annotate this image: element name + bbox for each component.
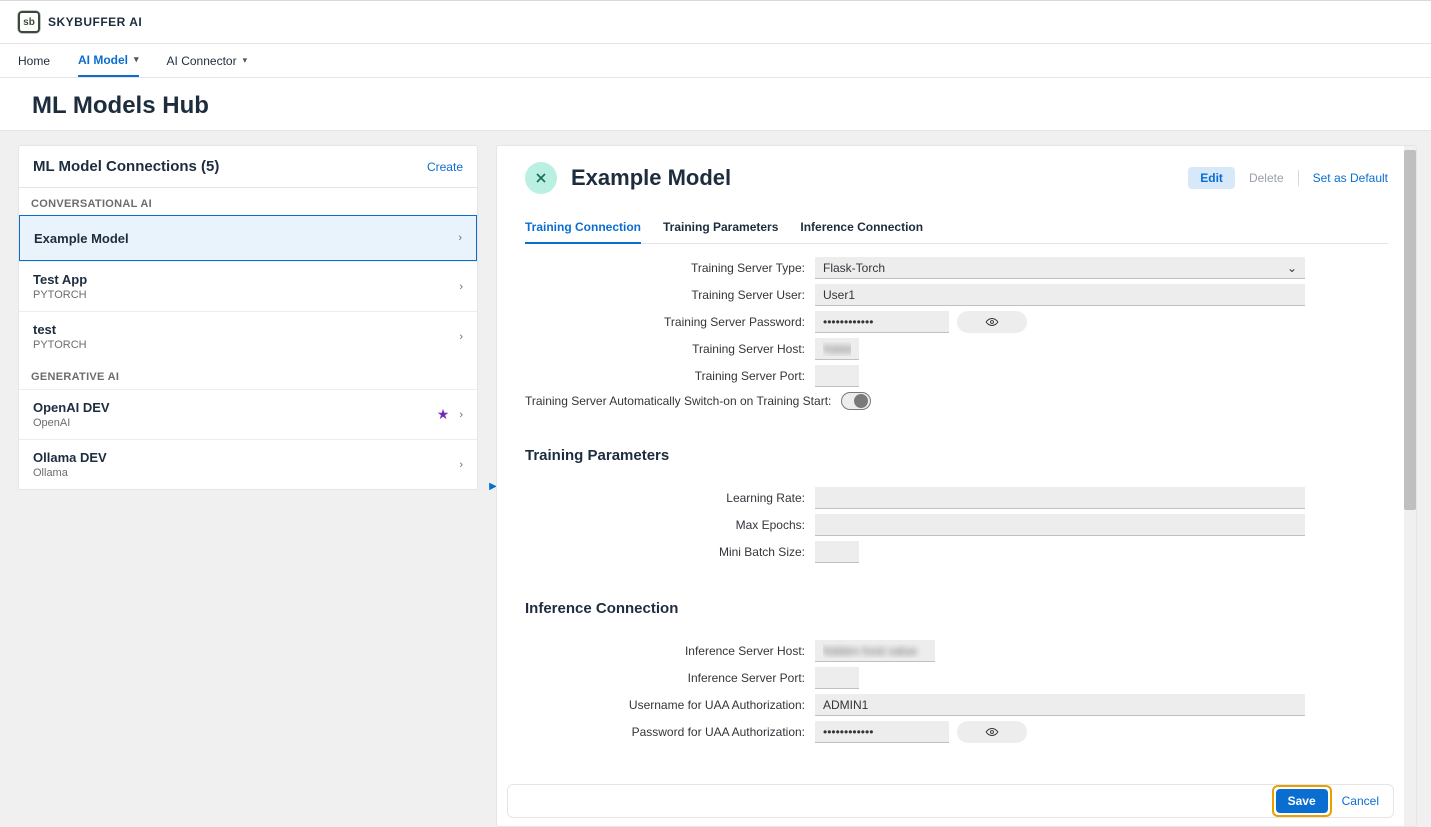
brand-logo-icon: sb <box>18 11 40 33</box>
nav-ai-model[interactable]: AI Model ▾ <box>78 44 139 77</box>
training-server-host-input[interactable] <box>815 338 859 360</box>
list-item-name: OpenAI DEV <box>33 400 110 415</box>
training-server-port-input[interactable] <box>815 365 859 387</box>
label-training-server-password: Training Server Password: <box>525 315 815 329</box>
sidebar-item-test[interactable]: test PYTORCH › <box>19 311 477 361</box>
training-server-password-input[interactable] <box>815 311 949 333</box>
mini-batch-size-input[interactable] <box>815 541 859 563</box>
nav-home[interactable]: Home <box>18 44 50 77</box>
brand-name: SKYBUFFER AI <box>48 15 142 29</box>
label-auto-switch: Training Server Automatically Switch-on … <box>525 394 841 408</box>
uaa-password-input[interactable] <box>815 721 949 743</box>
list-item-sub: OpenAI <box>33 417 110 429</box>
chevron-down-icon: ▾ <box>134 54 139 65</box>
chevron-down-icon: ▾ <box>243 55 248 66</box>
model-title: Example Model <box>571 165 731 191</box>
uaa-username-input[interactable] <box>815 694 1305 716</box>
eye-icon <box>985 725 999 739</box>
chevron-right-icon: › <box>458 232 462 244</box>
main-nav: Home AI Model ▾ AI Connector ▾ <box>0 44 1431 78</box>
detail-tabs: Training Connection Training Parameters … <box>525 212 1388 244</box>
sidebar-item-ollama-dev[interactable]: Ollama DEV Ollama › <box>19 439 477 489</box>
select-value: Flask-Torch <box>823 261 885 275</box>
scrollbar-track[interactable] <box>1404 146 1416 826</box>
divider <box>1298 170 1299 186</box>
nav-ai-connector[interactable]: AI Connector ▾ <box>167 44 248 77</box>
list-item-name: Ollama DEV <box>33 450 107 465</box>
category-generative-ai: GENERATIVE AI <box>19 361 477 389</box>
save-button[interactable]: Save <box>1276 789 1328 813</box>
list-item-name: Example Model <box>34 231 129 246</box>
edit-button[interactable]: Edit <box>1188 167 1235 189</box>
panel-footer: Save Cancel <box>507 784 1394 818</box>
cancel-button[interactable]: Cancel <box>1342 794 1379 808</box>
tab-training-parameters[interactable]: Training Parameters <box>663 212 778 243</box>
label-training-server-user: Training Server User: <box>525 288 815 302</box>
training-connection-form: Training Server Type: Flask-Torch ⌄ Trai… <box>525 244 1388 423</box>
sidebar-item-example-model[interactable]: Example Model › <box>19 215 477 261</box>
section-title-training-parameters: Training Parameters <box>525 447 1388 464</box>
label-inference-port: Inference Server Port: <box>525 671 815 685</box>
chevron-down-icon: ⌄ <box>1287 261 1297 275</box>
label-learning-rate: Learning Rate: <box>525 491 815 505</box>
eye-icon <box>985 315 999 329</box>
sidebar-item-test-app[interactable]: Test App PYTORCH › <box>19 261 477 311</box>
list-item-sub: PYTORCH <box>33 289 87 301</box>
page-title: ML Models Hub <box>0 78 1431 130</box>
tab-training-connection[interactable]: Training Connection <box>525 212 641 244</box>
create-button[interactable]: Create <box>427 160 463 174</box>
list-item-sub: PYTORCH <box>33 339 87 351</box>
app-header: sb SKYBUFFER AI <box>0 1 1431 44</box>
inference-port-input[interactable] <box>815 667 859 689</box>
connections-sidebar: ML Model Connections (5) Create CONVERSA… <box>18 145 478 490</box>
training-server-user-input[interactable] <box>815 284 1305 306</box>
label-uaa-user: Username for UAA Authorization: <box>525 698 815 712</box>
star-icon: ★ <box>437 406 450 423</box>
inference-connection-form: Inference Server Host: Inference Server … <box>525 627 1388 756</box>
label-training-server-type: Training Server Type: <box>525 261 815 275</box>
learning-rate-input[interactable] <box>815 487 1305 509</box>
model-icon <box>525 162 557 194</box>
label-training-server-port: Training Server Port: <box>525 369 815 383</box>
chevron-right-icon: › <box>459 331 463 343</box>
nav-home-label: Home <box>18 54 50 68</box>
training-server-type-select[interactable]: Flask-Torch ⌄ <box>815 257 1305 279</box>
chevron-right-icon: › <box>459 409 463 421</box>
detail-panel: Example Model Edit Delete Set as Default… <box>496 145 1417 827</box>
chevron-right-icon: › <box>459 281 463 293</box>
tab-inference-connection[interactable]: Inference Connection <box>800 212 923 243</box>
max-epochs-input[interactable] <box>815 514 1305 536</box>
save-highlight: Save <box>1272 785 1332 817</box>
label-mini-batch-size: Mini Batch Size: <box>525 545 815 559</box>
label-training-server-host: Training Server Host: <box>525 342 815 356</box>
delete-button[interactable]: Delete <box>1249 171 1284 185</box>
list-item-name: Test App <box>33 272 87 287</box>
show-password-button[interactable] <box>957 721 1027 743</box>
nav-ai-model-label: AI Model <box>78 53 128 67</box>
sidebar-title: ML Model Connections (5) <box>33 158 219 175</box>
scrollbar-thumb[interactable] <box>1404 150 1416 510</box>
list-item-name: test <box>33 322 87 337</box>
label-max-epochs: Max Epochs: <box>525 518 815 532</box>
label-uaa-pass: Password for UAA Authorization: <box>525 725 815 739</box>
section-title-inference-connection: Inference Connection <box>525 600 1388 617</box>
category-conversational-ai: CONVERSATIONAL AI <box>19 188 477 216</box>
chevron-right-icon: › <box>459 459 463 471</box>
list-item-sub: Ollama <box>33 467 107 479</box>
training-parameters-form: Learning Rate: Max Epochs: Mini Batch Si… <box>525 474 1388 576</box>
sidebar-item-openai-dev[interactable]: OpenAI DEV OpenAI ★ › <box>19 389 477 439</box>
set-default-button[interactable]: Set as Default <box>1313 171 1388 185</box>
show-password-button[interactable] <box>957 311 1027 333</box>
inference-host-input[interactable] <box>815 640 935 662</box>
nav-ai-connector-label: AI Connector <box>167 54 237 68</box>
label-inference-host: Inference Server Host: <box>525 644 815 658</box>
auto-switch-toggle[interactable] <box>841 392 871 410</box>
